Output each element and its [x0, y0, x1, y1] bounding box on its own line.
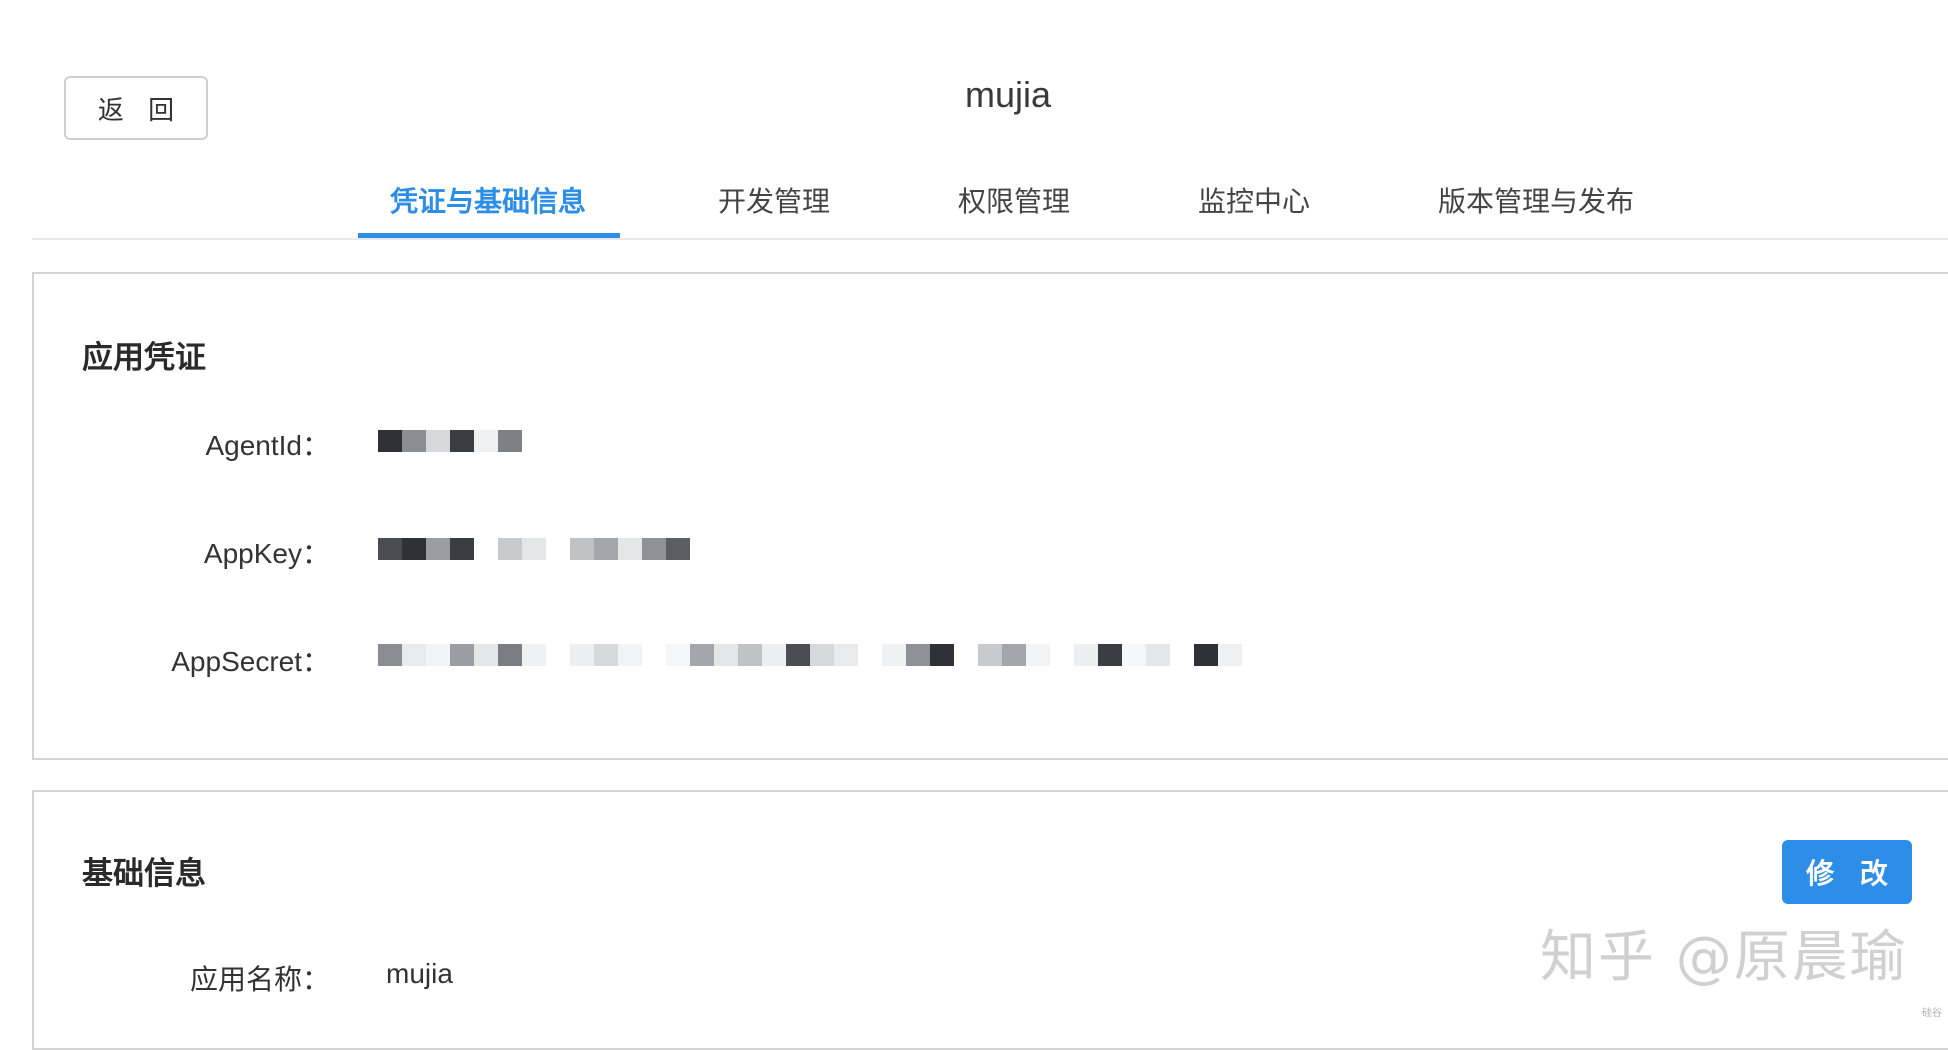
appsecret-value-redacted: [378, 642, 1242, 668]
agentid-label: AgentId：: [205, 430, 330, 461]
app-name-label: 应用名称：: [189, 964, 330, 995]
watermark-small: 硅谷: [1922, 1008, 1942, 1019]
app-name-value: mujia: [386, 958, 453, 989]
app-title: mujia: [964, 74, 1052, 115]
tab-permissions[interactable]: 权限管理: [958, 180, 1070, 220]
appsecret-label: AppSecret：: [171, 646, 330, 677]
basic-info-title: 基础信息: [82, 856, 206, 892]
credentials-card: 应用凭证 AgentId： AppKey： AppSecret：: [32, 272, 1948, 760]
tab-version-release[interactable]: 版本管理与发布: [1438, 180, 1634, 220]
appkey-label: AppKey：: [203, 538, 330, 569]
appkey-value-redacted: [378, 536, 690, 562]
edit-button[interactable]: 修 改: [1782, 840, 1912, 904]
tab-bar: 凭证与基础信息 开发管理 权限管理 监控中心 版本管理与发布: [32, 160, 1948, 240]
tab-credentials[interactable]: 凭证与基础信息: [390, 180, 586, 220]
credentials-title: 应用凭证: [82, 340, 206, 376]
agentid-value-redacted: [378, 428, 522, 454]
tab-monitoring[interactable]: 监控中心: [1198, 180, 1310, 220]
watermark: 知乎 @原晨瑜: [1540, 925, 1908, 990]
tab-development[interactable]: 开发管理: [718, 180, 830, 220]
active-tab-indicator: [358, 233, 620, 238]
